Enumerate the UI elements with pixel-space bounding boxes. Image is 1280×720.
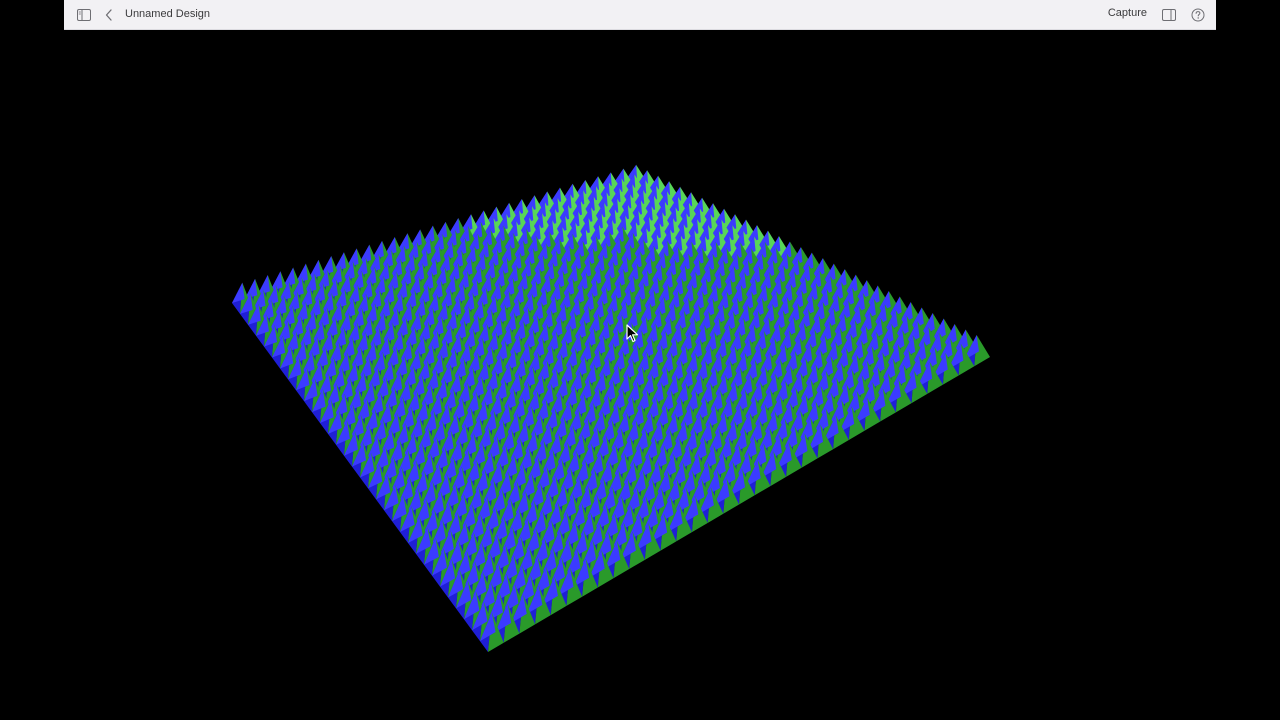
spike-grid-render xyxy=(232,164,990,652)
3d-viewport[interactable] xyxy=(0,30,1280,720)
spike-field xyxy=(232,164,990,652)
app-window: Unnamed Design Capture xyxy=(0,0,1280,720)
mouse-cursor-icon xyxy=(626,324,639,343)
